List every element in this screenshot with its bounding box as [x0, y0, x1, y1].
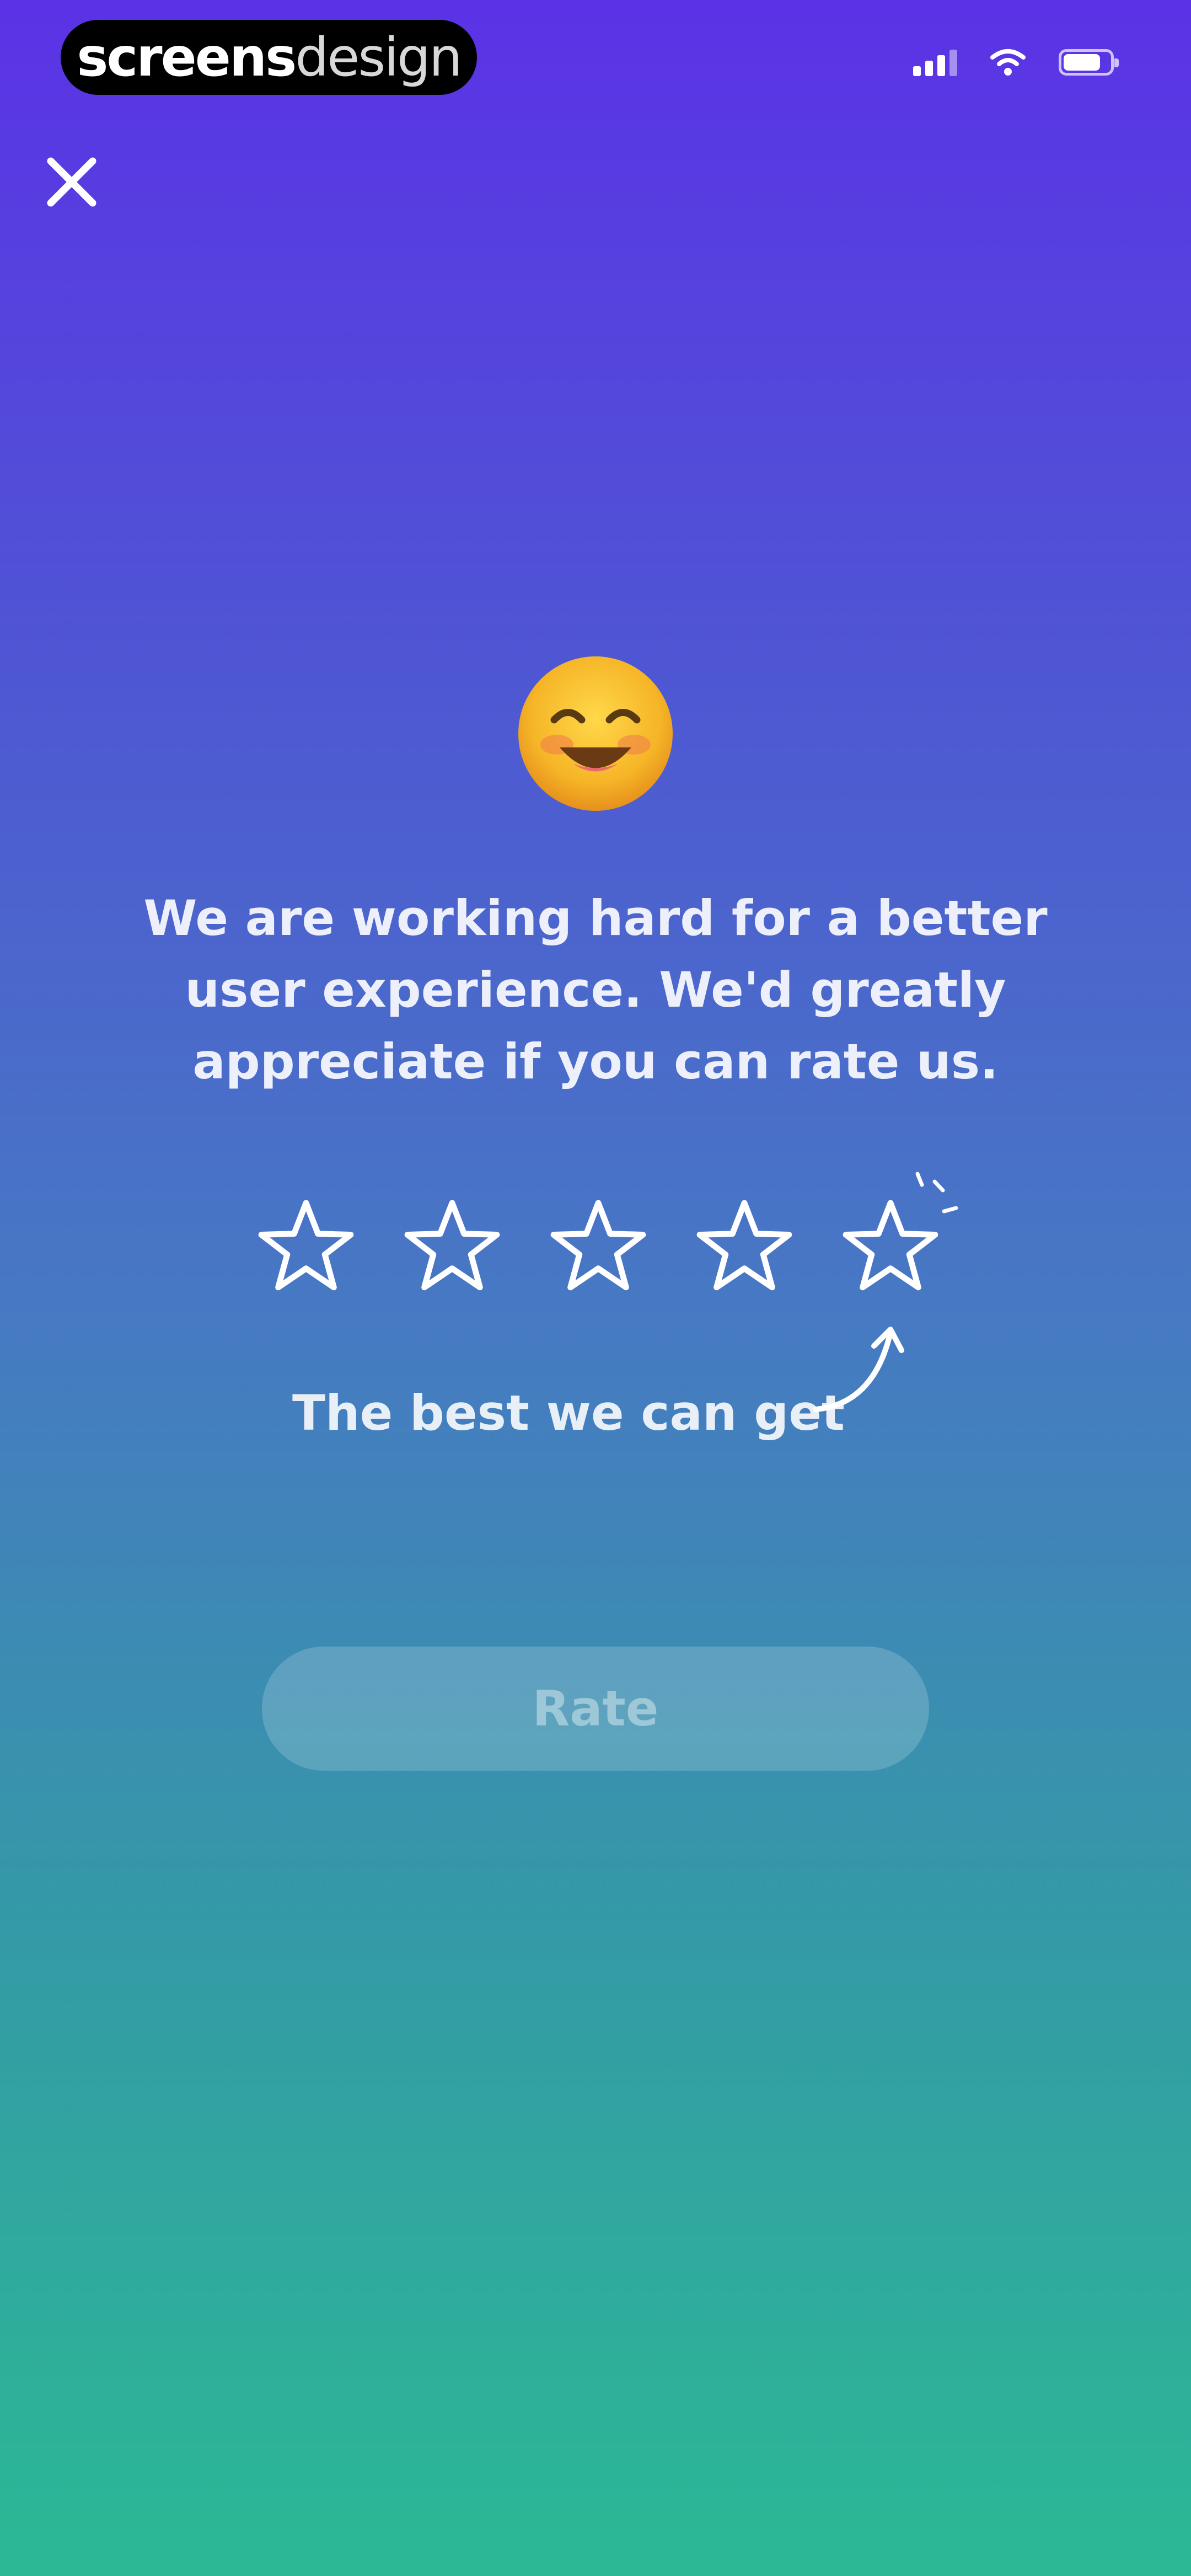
- brand-logo: screens design: [61, 20, 477, 95]
- status-bar: screens design: [0, 0, 1191, 110]
- brand-text-light: design: [295, 26, 462, 88]
- star-3-icon[interactable]: [549, 1197, 648, 1296]
- rating-message: We are working hard for a better user ex…: [143, 890, 1048, 1090]
- curved-arrow-icon: [813, 1327, 904, 1412]
- star-4-icon[interactable]: [695, 1197, 794, 1296]
- star-2-icon[interactable]: [403, 1197, 502, 1296]
- rate-button[interactable]: Rate: [262, 1647, 929, 1771]
- brand-text-bold: screens: [77, 26, 297, 88]
- close-icon[interactable]: [39, 149, 105, 215]
- star-rating: [0, 1197, 1191, 1307]
- star-1-icon[interactable]: [256, 1197, 356, 1296]
- smiling-face-icon: [518, 656, 673, 811]
- battery-icon: [1059, 49, 1119, 76]
- battery-level: [1064, 54, 1100, 71]
- signal-icon: [913, 49, 957, 76]
- wifi-icon: [990, 49, 1026, 76]
- status-icons: [913, 49, 1119, 76]
- best-rating-hint: The best we can get: [292, 1385, 845, 1441]
- sparkle-icon: [915, 1172, 958, 1214]
